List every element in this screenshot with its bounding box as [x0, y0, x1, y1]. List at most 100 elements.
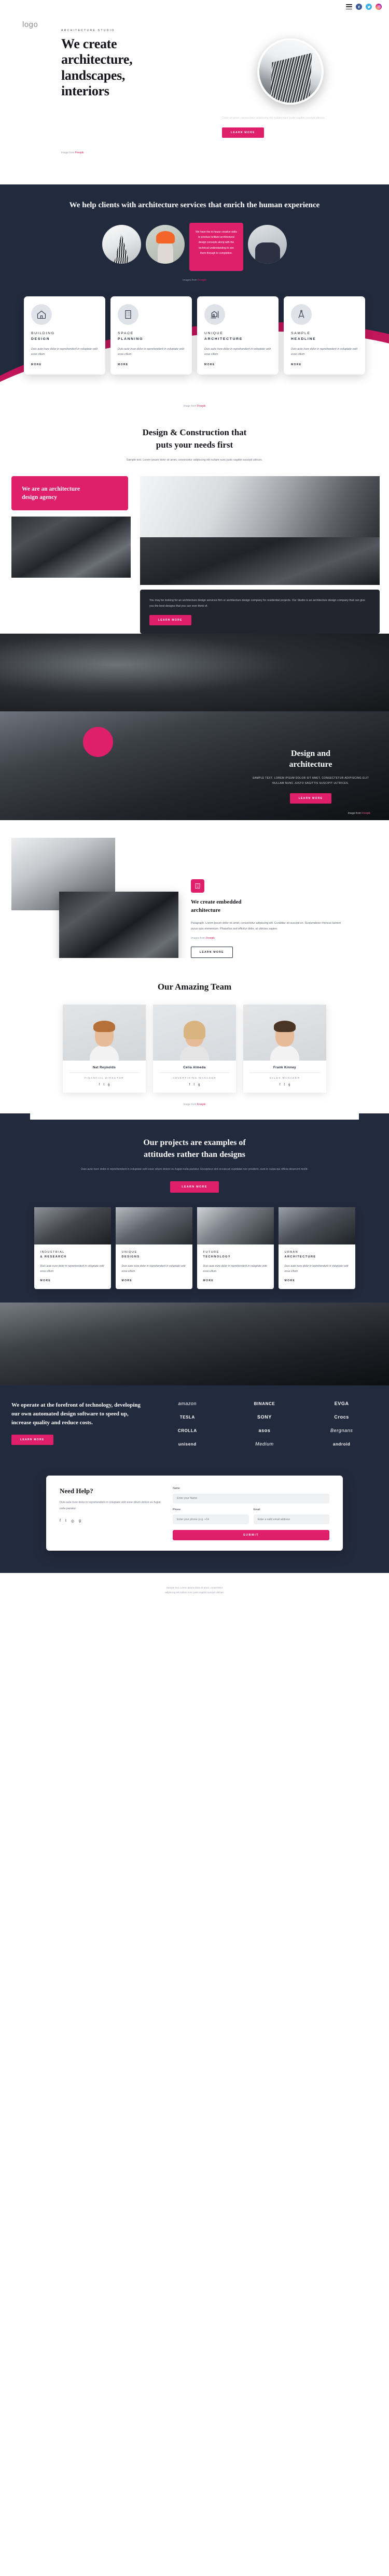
phone-field-group: Phone — [173, 1508, 249, 1525]
project-more-link[interactable]: MORE — [40, 1279, 105, 1282]
google-plus-icon[interactable]: g — [108, 1083, 109, 1086]
project-card-text: Duis aute irure dolor in reprehenderit i… — [203, 1264, 267, 1273]
instagram-icon[interactable]: ◎ — [71, 1519, 74, 1523]
team-member-role: SALES MANAGER — [249, 1072, 320, 1079]
projects-card-row: INDUSTRIAL & RESEARCH Duis aute irure do… — [0, 1207, 389, 1290]
google-plus-icon[interactable]: g — [288, 1083, 290, 1086]
instagram-icon[interactable] — [376, 4, 382, 10]
team-heading: Our Amazing Team — [157, 981, 232, 992]
project-more-link[interactable]: MORE — [122, 1279, 186, 1282]
service-more-link[interactable]: MORE — [291, 363, 358, 366]
embedded-section: We create embedded architecture Paragrap… — [0, 820, 389, 969]
service-card-title: BUILDING DESIGN — [31, 331, 98, 342]
project-card-body: UNIQUE DESIGNS Duis aute irure dolor in … — [116, 1244, 192, 1289]
submit-button[interactable]: SUBMIT — [173, 1530, 329, 1541]
facebook-icon[interactable] — [356, 4, 362, 10]
facebook-icon[interactable]: f — [280, 1083, 281, 1086]
compass-icon — [291, 304, 312, 325]
team-member-card[interactable]: Frank Kinney SALES MANAGER f t g — [243, 1004, 326, 1093]
hero-title-line-4: interiors — [61, 83, 109, 99]
team-member-name: Celia Almeda — [183, 1065, 206, 1069]
home-icon — [31, 304, 52, 325]
team-member-card[interactable]: Nat Reynolds FINANCIAL DIRECTOR f t g — [63, 1004, 146, 1093]
projects-cta-wrap: LEARN MORE — [0, 1181, 389, 1193]
brand-logo: EVGA — [334, 1401, 349, 1407]
facebook-icon[interactable]: f — [189, 1083, 190, 1086]
project-title-top: INDUSTRIAL — [40, 1250, 65, 1254]
project-card[interactable]: URBAN ARCHITECTURE Duis aute irure dolor… — [278, 1207, 355, 1290]
phone-input[interactable] — [173, 1514, 249, 1525]
design-learn-more-button[interactable]: LEARN MORE — [149, 615, 191, 626]
hero-white-shape — [0, 20, 389, 184]
service-card[interactable]: SPACE PLANNING Duis aute irure dolor in … — [110, 296, 192, 375]
project-more-link[interactable]: MORE — [285, 1279, 349, 1282]
team-image-credit: Image from Freepik — [0, 1092, 389, 1120]
project-card-title: UNIQUE DESIGNS — [122, 1250, 186, 1260]
hero-learn-more-button[interactable]: LEARN MORE — [222, 127, 264, 138]
twitter-icon[interactable] — [366, 4, 372, 10]
project-card-text: Duis aute irure dolor in reprehenderit i… — [121, 1264, 186, 1273]
hero-credit-link[interactable]: Freepik — [75, 151, 84, 154]
twitter-icon[interactable]: t — [193, 1083, 195, 1086]
building-photo — [259, 40, 322, 103]
facebook-icon[interactable]: f — [99, 1083, 100, 1086]
banner-credit-link[interactable]: Freepik — [362, 812, 370, 815]
service-more-link[interactable]: MORE — [118, 363, 185, 366]
brands-learn-more-button[interactable]: LEARN MORE — [11, 1435, 53, 1446]
google-plus-icon[interactable]: g — [79, 1519, 81, 1523]
service-card[interactable]: BUILDING DESIGN Duis aute irure dolor in… — [24, 296, 105, 375]
twitter-icon[interactable]: t — [284, 1083, 285, 1086]
project-card[interactable]: UNIQUE DESIGNS Duis aute irure dolor in … — [115, 1207, 192, 1290]
service-more-link[interactable]: MORE — [204, 363, 271, 366]
service-more-link[interactable]: MORE — [31, 363, 98, 366]
project-title-bottom: DESIGNS — [121, 1255, 140, 1259]
team-member-body: Celia Almeda ADVERTISING MANAGER f t g — [153, 1061, 236, 1093]
embedded-credit-link[interactable]: Freepik — [206, 937, 215, 940]
project-card[interactable]: INDUSTRIAL & RESEARCH Duis aute irure do… — [34, 1207, 111, 1290]
service-card[interactable]: UNIQUE ARCHITECTURE Duis aute irure dolo… — [197, 296, 279, 375]
service-card[interactable]: SAMPLE HEADLINE Duis aute irure dolor in… — [284, 296, 365, 375]
design-dark-card: You may be looking for an architecture d… — [140, 590, 380, 634]
contact-section: Need Help? Duis aute irure dolor in repr… — [0, 1464, 389, 1573]
top-bar — [0, 0, 389, 13]
embedded-heading-line-1: We create embedded — [191, 899, 242, 906]
service-card-title: SPACE PLANNING — [118, 331, 185, 342]
google-plus-icon[interactable]: g — [198, 1083, 200, 1086]
project-more-link[interactable]: MORE — [203, 1279, 268, 1282]
services-section: BUILDING DESIGN Duis aute irure dolor in… — [0, 281, 389, 398]
twitter-icon[interactable]: t — [65, 1519, 66, 1523]
banner-body: SAMPLE TEXT. LOREM IPSUM DOLOR SIT AMET,… — [252, 777, 369, 785]
hero-eyebrow: ARCHITECTURE STUDIO — [61, 29, 115, 32]
contact-form-row: Phone Email — [173, 1508, 329, 1525]
project-title-bottom: & RESEARCH — [40, 1255, 67, 1259]
email-input[interactable] — [253, 1514, 329, 1525]
embedded-learn-more-button[interactable]: LEARN MORE — [191, 946, 233, 958]
brands-copy: We operate at the forefront of technolog… — [11, 1401, 141, 1447]
circle-image-tower — [102, 224, 141, 264]
design-left-column: We are an architecture design agency — [0, 476, 140, 634]
project-title-bottom: TECHNOLOGY — [203, 1255, 231, 1259]
hero-copy: ARCHITECTURE STUDIO We create architectu… — [61, 29, 191, 99]
hero-title: We create architecture, landscapes, inte… — [61, 36, 191, 99]
site-logo[interactable]: logo — [22, 20, 38, 29]
services-credit-link[interactable]: Freepik — [197, 405, 206, 408]
twitter-icon[interactable]: t — [103, 1083, 104, 1086]
team-section: Our Amazing Team Nat Reynolds FINANCIAL … — [0, 957, 389, 1176]
design-heading: Design & Construction that puts your nee… — [0, 426, 389, 451]
project-card-title: INDUSTRIAL & RESEARCH — [40, 1250, 105, 1260]
project-title-top: UNIQUE — [121, 1250, 137, 1254]
team-member-role: FINANCIAL DIRECTOR — [69, 1072, 140, 1079]
facebook-icon[interactable]: f — [60, 1519, 61, 1523]
hamburger-icon[interactable] — [346, 4, 352, 9]
banner-credit-prefix: Image from — [348, 812, 362, 815]
projects-learn-more-button[interactable]: LEARN MORE — [170, 1181, 219, 1193]
name-input[interactable] — [173, 1493, 329, 1504]
team-member-card[interactable]: Celia Almeda ADVERTISING MANAGER f t g — [153, 1004, 236, 1093]
team-credit-link[interactable]: Freepik — [197, 1103, 206, 1106]
avatar — [180, 1020, 209, 1061]
service-title-bottom: PLANNING — [118, 337, 144, 341]
project-card[interactable]: FUTURE TECHNOLOGY Duis aute irure dolor … — [197, 1207, 274, 1290]
blueprint-icon — [204, 304, 225, 325]
design-subtitle: Sample text. Lorem ipsum dolor sit amet,… — [126, 458, 263, 462]
banner-learn-more-button[interactable]: LEARN MORE — [289, 793, 332, 804]
